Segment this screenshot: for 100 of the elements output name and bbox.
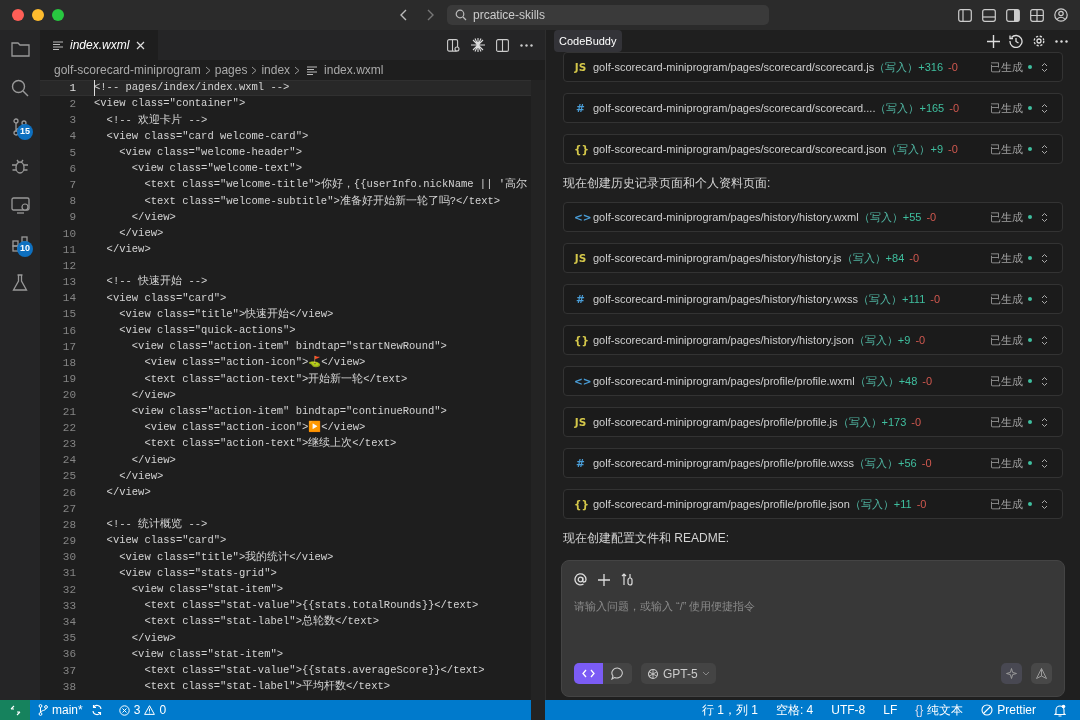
monitor-icon[interactable] xyxy=(10,196,30,214)
file-path[interactable]: golf-scorecard-miniprogram/pages/scorecard/scorecard.json xyxy=(593,140,887,158)
bell-icon[interactable] xyxy=(1054,703,1066,717)
breadcrumb-item[interactable]: index xyxy=(261,61,291,79)
more-icon[interactable] xyxy=(1055,39,1068,43)
file-path[interactable]: golf-scorecard-miniprogram/pages/profile/profile.wxml xyxy=(593,372,855,390)
enhance-prompt-button[interactable] xyxy=(1001,663,1022,684)
expand-icon[interactable] xyxy=(1041,143,1048,155)
file-path[interactable]: golf-scorecard-miniprogram/pages/profile/profile.json xyxy=(593,495,850,513)
lines-removed: -0 xyxy=(916,496,927,512)
line-number: 30 xyxy=(61,550,76,566)
status-bar-item[interactable]: 空格: 4 xyxy=(775,701,814,719)
status-bar-item[interactable]: {} 纯文本 xyxy=(915,701,964,719)
history-icon[interactable] xyxy=(1009,34,1023,48)
expand-icon[interactable] xyxy=(1041,61,1048,73)
tools-icon[interactable] xyxy=(621,573,634,586)
expand-icon[interactable] xyxy=(1041,211,1048,223)
account-icon[interactable] xyxy=(1054,8,1068,22)
file-path[interactable]: golf-scorecard-miniprogram/pages/history/history.wxml xyxy=(593,208,859,226)
extensions-icon[interactable] xyxy=(11,235,29,253)
settings-icon[interactable] xyxy=(1032,34,1046,48)
file-path[interactable]: golf-scorecard-miniprogram/pages/profile/profile.wxss xyxy=(593,454,855,472)
code-line: </view> xyxy=(130,630,176,646)
back-icon[interactable] xyxy=(399,9,409,21)
search-field[interactable]: prcatice-skills xyxy=(447,5,769,25)
code-mode-button[interactable] xyxy=(574,663,603,684)
expand-icon[interactable] xyxy=(1041,334,1048,346)
line-number: 2 xyxy=(68,97,76,113)
line-number: 18 xyxy=(61,356,76,372)
lines-added: +56 xyxy=(898,455,917,471)
expand-icon[interactable] xyxy=(1041,416,1048,428)
chat-message: 现在创建历史记录页面和个人资料页面: xyxy=(563,175,772,191)
source-control-icon[interactable] xyxy=(12,118,28,136)
line-number: 9 xyxy=(68,210,76,226)
file-path[interactable]: golf-scorecard-miniprogram/pages/history/history.js xyxy=(593,249,842,267)
more-icon[interactable] xyxy=(520,43,533,47)
file-type-icon: JS xyxy=(574,416,587,428)
lines-added: +84 xyxy=(885,250,905,266)
breadcrumb-item[interactable]: pages xyxy=(214,61,248,79)
model-selector[interactable]: GPT-5 xyxy=(641,663,716,684)
breadcrumb-item[interactable]: golf-scorecard-miniprogram xyxy=(54,61,201,79)
lines-removed: -0 xyxy=(948,59,958,75)
status-bar-item[interactable]: UTF-8 xyxy=(831,701,866,719)
zoom-window-button[interactable] xyxy=(52,9,64,21)
editor-tab[interactable]: index.wxml xyxy=(40,30,159,60)
code-line: <text class="stat-label">总轮数</text> xyxy=(143,614,380,630)
close-window-button[interactable] xyxy=(12,9,24,21)
file-path[interactable]: golf-scorecard-miniprogram/pages/history/history.wxss xyxy=(593,290,859,308)
panel-toggle-icon[interactable] xyxy=(982,8,996,22)
flask-icon[interactable] xyxy=(12,274,28,292)
line-number: 38 xyxy=(61,679,76,695)
notification-badge: 15 xyxy=(17,124,33,140)
mention-icon[interactable] xyxy=(574,573,587,586)
preview-icon[interactable] xyxy=(447,38,460,52)
add-icon[interactable] xyxy=(598,573,610,586)
expand-icon[interactable] xyxy=(1041,457,1048,469)
line-number: 17 xyxy=(61,339,76,355)
expand-icon[interactable] xyxy=(1041,252,1048,264)
status-bar-item[interactable]: LF xyxy=(883,701,898,719)
file-path[interactable]: golf-scorecard-miniprogram/pages/history/history.json xyxy=(593,331,854,349)
notification-badge: 10 xyxy=(17,241,33,257)
line-number: 8 xyxy=(68,194,76,210)
expand-icon[interactable] xyxy=(1041,375,1048,387)
search-icon[interactable] xyxy=(11,79,29,97)
problems-button[interactable]: 3 0 xyxy=(118,701,167,719)
expand-icon[interactable] xyxy=(1041,102,1048,114)
branch-button[interactable]: main* xyxy=(38,701,83,719)
code-line: <view class="action-icon">⛳</view> xyxy=(143,355,366,371)
forward-icon[interactable] xyxy=(425,9,435,21)
sidebar-toggle-icon[interactable] xyxy=(958,8,972,22)
new-chat-icon[interactable] xyxy=(987,34,1000,48)
minimize-window-button[interactable] xyxy=(32,9,44,21)
send-button[interactable] xyxy=(1031,663,1052,684)
file-path[interactable]: golf-scorecard-miniprogram/pages/scorecard/scorecard.... xyxy=(593,99,876,117)
folder-icon[interactable] xyxy=(10,41,30,57)
status-bar-item[interactable]: 行 1，列 1 xyxy=(701,701,758,719)
lines-removed: -0 xyxy=(926,209,937,225)
status-bar-item[interactable]: Prettier xyxy=(981,701,1036,719)
file-type-icon: {} xyxy=(574,498,587,510)
expand-icon[interactable] xyxy=(1041,293,1048,305)
warning-icon xyxy=(144,705,156,715)
split-editor-icon[interactable] xyxy=(496,38,509,52)
secondary-sidebar-icon[interactable] xyxy=(1006,8,1020,22)
file-type-icon: {} xyxy=(574,143,587,155)
sync-icon[interactable] xyxy=(90,704,103,716)
layout-icon[interactable] xyxy=(1030,8,1044,22)
code-line: <view class="card"> xyxy=(105,533,227,549)
file-path[interactable]: golf-scorecard-miniprogram/pages/scorecard/scorecard.js xyxy=(593,58,875,76)
breadcrumb-item[interactable]: index.wxml xyxy=(324,61,384,79)
line-number: 29 xyxy=(61,534,76,550)
expand-icon[interactable] xyxy=(1041,498,1048,510)
file-path[interactable]: golf-scorecard-miniprogram/pages/profile/profile.js xyxy=(593,413,838,431)
close-icon[interactable] xyxy=(136,40,146,50)
file-lines-icon xyxy=(53,40,63,50)
bug-icon[interactable] xyxy=(11,157,29,175)
lines-added: +9 xyxy=(930,141,943,157)
scrollbar-track[interactable] xyxy=(531,80,545,720)
sparkle-icon[interactable] xyxy=(471,38,485,52)
panel-tab[interactable]: CodeBuddy xyxy=(554,29,622,53)
chat-input-field[interactable]: 请输入问题，或输入 “/” 使用便捷指令 xyxy=(574,598,1052,615)
